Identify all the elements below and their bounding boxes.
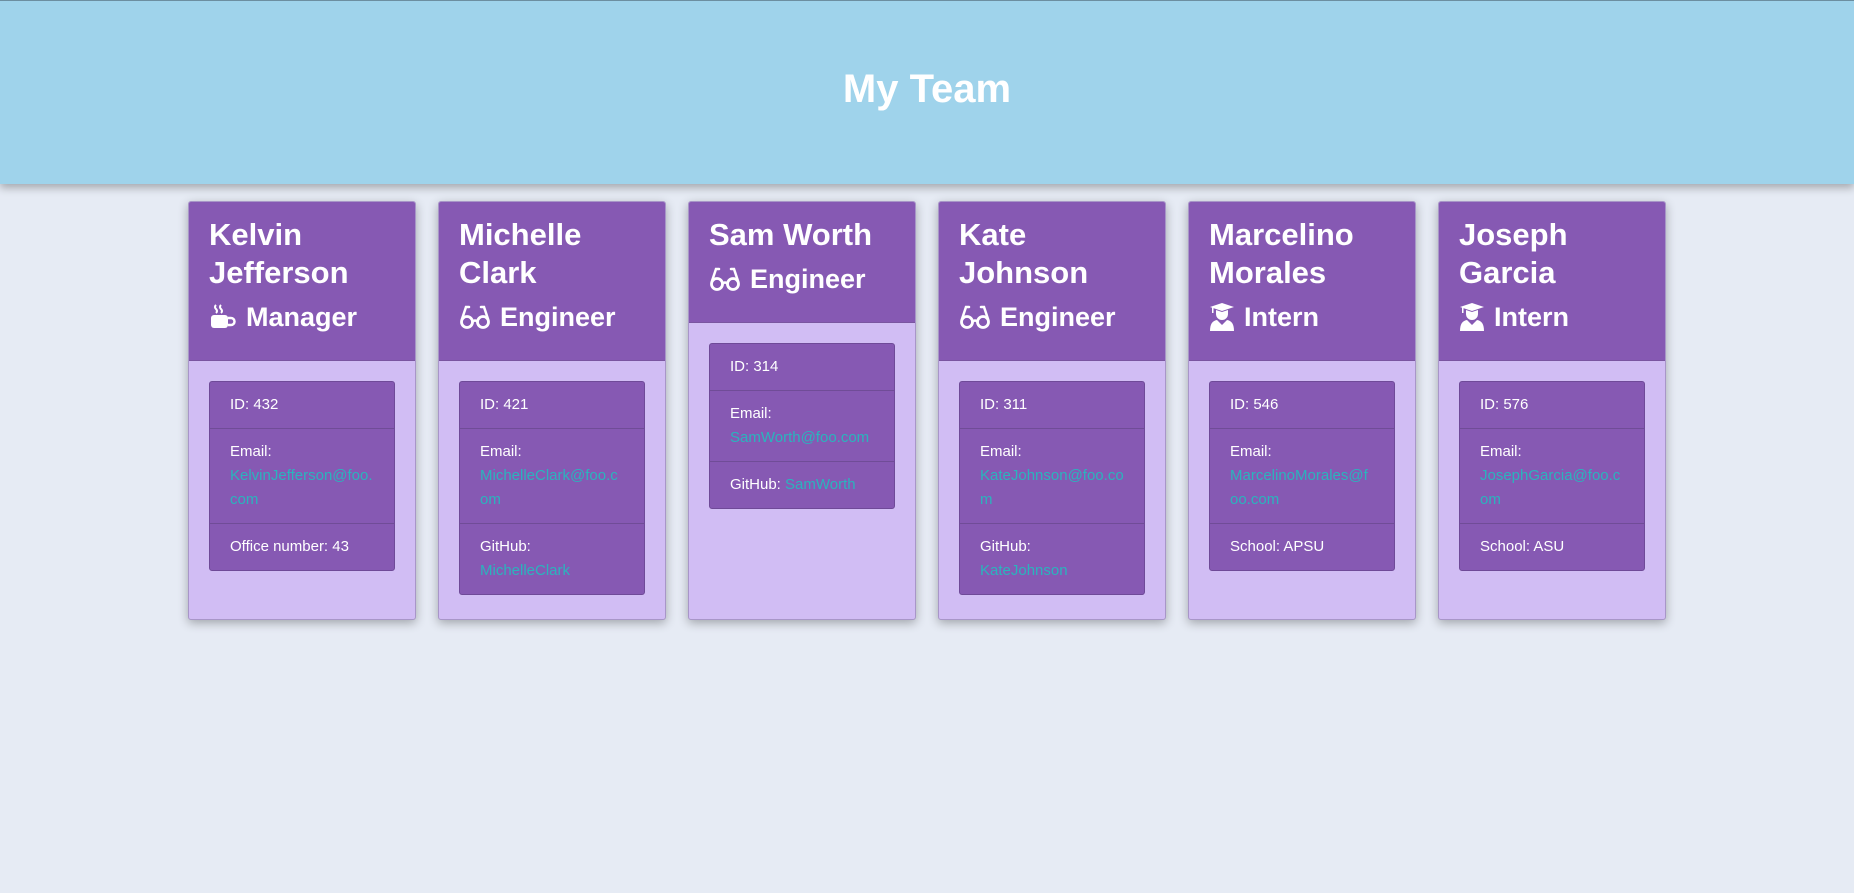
email-item: Email: KateJohnson@foo.com (960, 428, 1144, 523)
employee-card: Kelvin Jefferson Manager ID: 432 Email: … (188, 201, 416, 620)
email-label: Email: (480, 443, 522, 460)
github-item: GitHub: SamWorth (710, 461, 894, 508)
card-body: ID: 314 Email: SamWorth@foo.com GitHub: … (689, 323, 915, 529)
page-header: My Team (0, 0, 1854, 184)
glasses-icon (460, 305, 490, 329)
email-label: Email: (230, 443, 272, 460)
employee-card: Joseph Garcia Intern ID: 576 Email: Jose… (1438, 201, 1666, 620)
github-link[interactable]: SamWorth (785, 476, 856, 493)
info-list: ID: 311 Email: KateJohnson@foo.com GitHu… (959, 381, 1145, 595)
employee-name: Kelvin Jefferson (209, 217, 349, 290)
email-item: Email: JosephGarcia@foo.com (1460, 428, 1644, 523)
email-link[interactable]: SamWorth@foo.com (730, 429, 869, 446)
github-link[interactable]: MichelleClark (480, 562, 570, 579)
github-label: GitHub: (980, 538, 1031, 555)
role-label: Engineer (750, 264, 866, 294)
employee-name: Sam Worth (709, 217, 873, 252)
employee-name: Joseph Garcia (1459, 217, 1568, 290)
github-label: GitHub: (730, 476, 781, 493)
employee-role: Manager (209, 301, 395, 333)
role-label: Intern (1494, 302, 1570, 332)
github-item: GitHub: MichelleClark (460, 523, 644, 594)
info-list: ID: 576 Email: JosephGarcia@foo.com Scho… (1459, 381, 1645, 571)
office-number-item: Office number: 43 (210, 523, 394, 570)
card-body: ID: 432 Email: KelvinJefferson@foo.com O… (189, 361, 415, 591)
page-title: My Team (842, 67, 1012, 111)
info-list: ID: 421 Email: MichelleClark@foo.com Git… (459, 381, 645, 595)
email-label: Email: (980, 443, 1022, 460)
id-item: ID: 311 (980, 396, 1028, 413)
employee-role: Engineer (459, 301, 645, 333)
coffee-icon (211, 304, 236, 328)
email-link[interactable]: JosephGarcia@foo.com (1480, 467, 1620, 508)
role-label: Intern (1244, 302, 1320, 332)
card-header: Sam Worth Engineer (689, 202, 915, 323)
email-link[interactable]: KateJohnson@foo.com (980, 467, 1124, 508)
email-item: Email: KelvinJefferson@foo.com (210, 428, 394, 523)
github-link[interactable]: KateJohnson (980, 562, 1068, 579)
card-body: ID: 311 Email: KateJohnson@foo.com GitHu… (939, 361, 1165, 615)
employee-name: Marcelino Morales (1209, 217, 1354, 290)
id-item: ID: 314 (730, 358, 779, 375)
employee-role: Intern (1459, 301, 1645, 333)
role-label: Engineer (1000, 302, 1116, 332)
card-body: ID: 546 Email: MarcelinoMorales@foo.com … (1189, 361, 1415, 591)
id-item: ID: 421 (480, 396, 529, 413)
card-header: Kelvin Jefferson Manager (189, 202, 415, 361)
employee-card: Marcelino Morales Intern ID: 546 Email: … (1188, 201, 1416, 620)
graduate-icon (1210, 303, 1234, 331)
card-header: Kate Johnson Engineer (939, 202, 1165, 361)
employee-card: Michelle Clark Engineer ID: 421 Email: M… (438, 201, 666, 620)
email-item: Email: MarcelinoMorales@foo.com (1210, 428, 1394, 523)
card-body: ID: 576 Email: JosephGarcia@foo.com Scho… (1439, 361, 1665, 591)
card-header: Marcelino Morales Intern (1189, 202, 1415, 361)
id-item: ID: 432 (230, 396, 279, 413)
email-link[interactable]: MarcelinoMorales@foo.com (1230, 467, 1368, 508)
card-body: ID: 421 Email: MichelleClark@foo.com Git… (439, 361, 665, 615)
email-item: Email: MichelleClark@foo.com (460, 428, 644, 523)
info-list: ID: 314 Email: SamWorth@foo.com GitHub: … (709, 343, 895, 509)
github-item: GitHub: KateJohnson (960, 523, 1144, 594)
email-label: Email: (1480, 443, 1522, 460)
card-header: Michelle Clark Engineer (439, 202, 665, 361)
employee-role: Engineer (959, 301, 1145, 333)
email-link[interactable]: MichelleClark@foo.com (480, 467, 618, 508)
school-item: School: ASU (1460, 523, 1644, 570)
id-item: ID: 546 (1230, 396, 1279, 413)
github-label: GitHub: (480, 538, 531, 555)
school-item: School: APSU (1210, 523, 1394, 570)
role-label: Manager (246, 302, 358, 332)
glasses-icon (960, 305, 990, 329)
email-link[interactable]: KelvinJefferson@foo.com (230, 467, 373, 508)
employee-role: Intern (1209, 301, 1395, 333)
id-item: ID: 576 (1480, 396, 1529, 413)
card-header: Joseph Garcia Intern (1439, 202, 1665, 361)
employee-card: Sam Worth Engineer ID: 314 Email: SamWor… (688, 201, 916, 620)
team-cards: Kelvin Jefferson Manager ID: 432 Email: … (188, 201, 1666, 620)
email-item: Email: SamWorth@foo.com (710, 390, 894, 461)
info-list: ID: 546 Email: MarcelinoMorales@foo.com … (1209, 381, 1395, 571)
employee-card: Kate Johnson Engineer ID: 311 Email: Kat… (938, 201, 1166, 620)
employee-role: Engineer (709, 263, 895, 295)
glasses-icon (710, 267, 740, 291)
graduate-icon (1460, 303, 1484, 331)
employee-name: Kate Johnson (959, 217, 1089, 290)
role-label: Engineer (500, 302, 616, 332)
email-label: Email: (730, 405, 772, 422)
employee-name: Michelle Clark (459, 217, 582, 290)
email-label: Email: (1230, 443, 1272, 460)
info-list: ID: 432 Email: KelvinJefferson@foo.com O… (209, 381, 395, 571)
